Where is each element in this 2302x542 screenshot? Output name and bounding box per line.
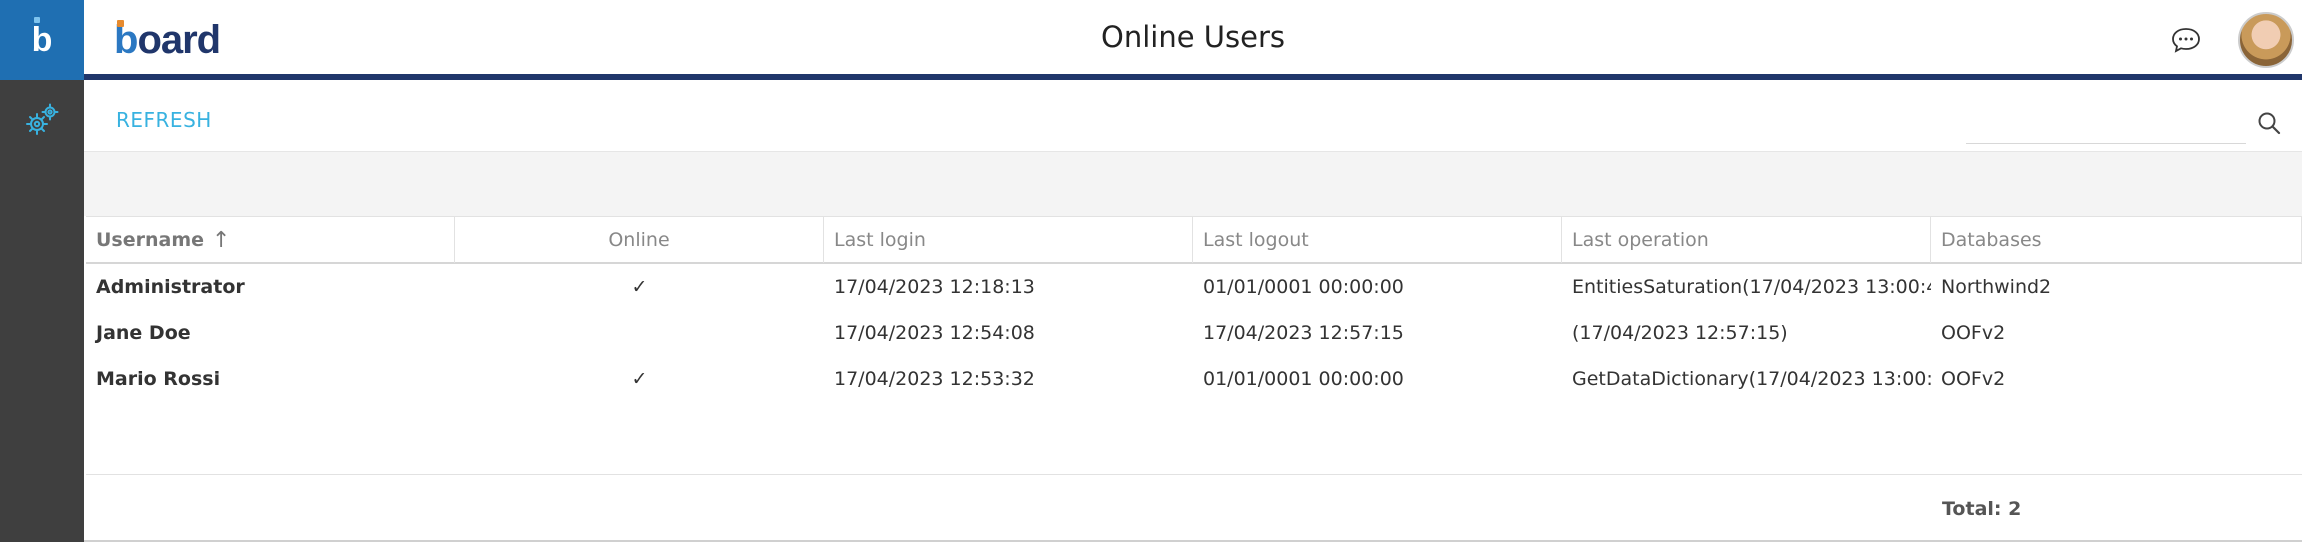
online-check-icon: ✓ (631, 276, 648, 298)
online-users-table: Username ↑ Online Last login Last logout… (86, 216, 2302, 402)
filter-band (84, 152, 2302, 216)
user-avatar[interactable] (2238, 12, 2294, 68)
cell-last-logout: 01/01/0001 00:00:00 (1203, 368, 1404, 390)
search-icon[interactable] (2254, 108, 2284, 138)
rail-logo-letter: b (31, 16, 53, 59)
settings-gears-icon[interactable] (22, 100, 62, 140)
cell-username: Jane Doe (96, 322, 191, 344)
top-header: board Online Users (84, 0, 2302, 80)
refresh-button[interactable]: REFRESH (116, 108, 212, 132)
column-header-last-logout[interactable]: Last logout (1193, 217, 1562, 263)
page-title: Online Users (1101, 20, 1285, 54)
column-header-username[interactable]: Username ↑ (86, 217, 455, 263)
column-label: Username (96, 229, 205, 251)
cell-last-logout: 17/04/2023 12:57:15 (1203, 322, 1404, 344)
cell-last-login: 17/04/2023 12:54:08 (834, 322, 1035, 344)
total-count: Total: 2 (1942, 498, 2022, 520)
cell-username: Administrator (96, 276, 245, 298)
table-row[interactable]: Jane Doe 17/04/2023 12:54:08 17/04/2023 … (86, 310, 2302, 356)
cell-last-operation: GetDataDictionary(17/04/2023 13:00:47) (1572, 368, 1931, 390)
table-header: Username ↑ Online Last login Last logout… (86, 216, 2302, 264)
left-rail: b (0, 0, 84, 542)
column-header-last-login[interactable]: Last login (824, 217, 1193, 263)
board-logo-icon[interactable]: b (0, 0, 84, 80)
search-input[interactable] (1966, 114, 2246, 144)
cell-last-login: 17/04/2023 12:53:32 (834, 368, 1035, 390)
cell-databases: OOFv2 (1941, 322, 2006, 344)
table-footer-divider (86, 474, 2302, 475)
cell-databases: OOFv2 (1941, 368, 2006, 390)
online-check-icon: ✓ (631, 368, 648, 390)
cell-last-operation: (17/04/2023 12:57:15) (1572, 322, 1788, 344)
chat-icon[interactable] (2170, 24, 2202, 56)
cell-last-login: 17/04/2023 12:18:13 (834, 276, 1035, 298)
cell-username: Mario Rossi (96, 368, 221, 390)
column-header-online[interactable]: Online (455, 217, 824, 263)
cell-last-logout: 01/01/0001 00:00:00 (1203, 276, 1404, 298)
table-row[interactable]: Administrator ✓ 17/04/2023 12:18:13 01/0… (86, 264, 2302, 310)
toolbar: REFRESH (84, 86, 2302, 152)
column-header-last-operation[interactable]: Last operation (1562, 217, 1931, 263)
column-header-databases[interactable]: Databases (1931, 217, 2302, 263)
table-row[interactable]: Mario Rossi ✓ 17/04/2023 12:53:32 01/01/… (86, 356, 2302, 402)
cell-databases: Northwind2 (1941, 276, 2052, 298)
online-check-icon (455, 310, 824, 356)
cell-last-operation: EntitiesSaturation(17/04/2023 13:00:46) (1572, 276, 1931, 298)
sort-ascending-icon[interactable]: ↑ (212, 228, 230, 253)
